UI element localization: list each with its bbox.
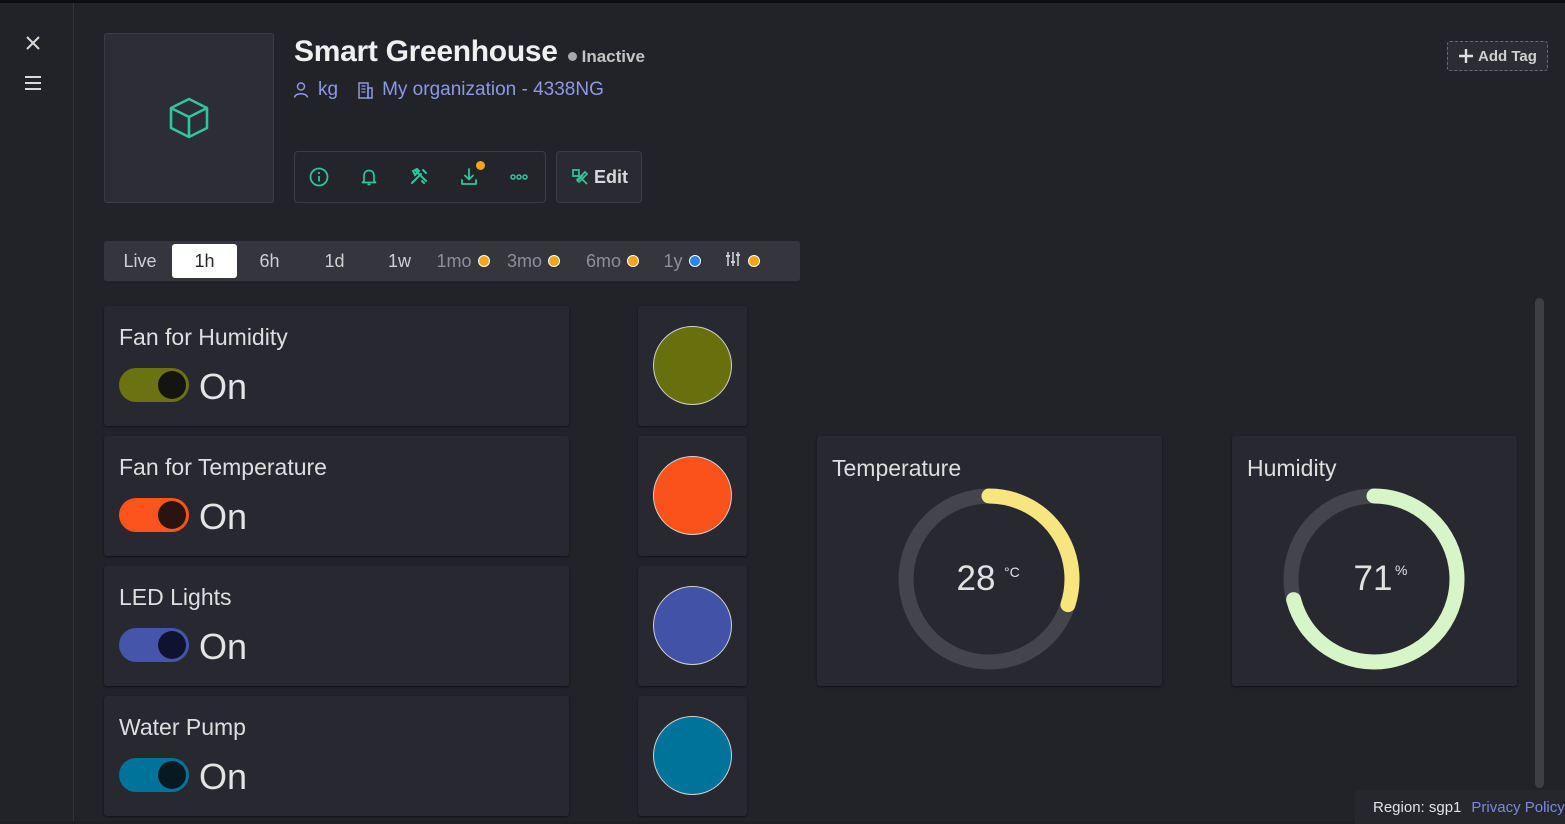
led-indicator <box>653 456 732 535</box>
status-dot <box>567 52 577 61</box>
user-icon <box>293 82 309 98</box>
range-tab-label: 1w <box>387 250 411 271</box>
range-tab-label: 6h <box>259 250 280 271</box>
switch-toggle[interactable] <box>119 368 189 402</box>
range-tab-label: 6mo <box>585 250 621 271</box>
range-tab-1mo[interactable]: 1mo <box>432 244 494 278</box>
led-indicator-card <box>638 306 747 426</box>
led-indicator-card <box>638 696 747 816</box>
switch-card: Water Pump On <box>104 696 569 816</box>
humidity-title: Humidity <box>1247 455 1337 481</box>
building-icon <box>358 82 373 99</box>
sliders-icon <box>724 250 742 273</box>
switch-card: Fan for Temperature On <box>104 436 569 556</box>
privacy-policy-link[interactable]: Privacy Policy <box>1471 799 1564 816</box>
range-tab-label: 1h <box>194 250 215 271</box>
upgrade-dot <box>627 255 639 267</box>
switch-label: Fan for Humidity <box>119 324 288 350</box>
humidity-unit: % <box>1395 562 1408 578</box>
organization-link[interactable]: My organization - 4338NG <box>356 79 604 101</box>
range-tab-custom[interactable] <box>712 244 772 278</box>
switch-label: Water Pump <box>119 714 246 740</box>
range-tab-label: 3mo <box>506 250 542 271</box>
range-tab-1d[interactable]: 1d <box>302 244 367 278</box>
range-tab-label: 1mo <box>436 250 472 271</box>
edit-icon <box>572 169 589 185</box>
switch-card: LED Lights On <box>104 566 569 686</box>
info-icon[interactable] <box>308 166 330 188</box>
status-badge: Inactive <box>567 46 645 67</box>
upgrade-dot <box>548 255 560 267</box>
device-meta: kg My organization - 4338NG <box>292 79 604 101</box>
switch-toggle[interactable] <box>119 758 189 792</box>
device-dashboard: Smart Greenhouse Inactive kg My organiza… <box>75 3 1565 824</box>
range-tab-1y[interactable]: 1y <box>652 244 712 278</box>
toggle-knob <box>158 761 186 789</box>
upgrade-dot <box>748 255 760 267</box>
range-tab-1h[interactable]: 1h <box>172 244 237 278</box>
add-tag-label: Add Tag <box>1478 47 1537 65</box>
temperature-gauge-card: Temperature 28 °C <box>817 436 1162 686</box>
led-indicator <box>653 586 732 665</box>
scrollbar[interactable] <box>1535 298 1544 788</box>
switch-label: Fan for Temperature <box>119 454 327 480</box>
range-tab-3mo[interactable]: 3mo <box>494 244 573 278</box>
device-thumbnail <box>104 33 274 203</box>
temperature-unit: °C <box>1004 564 1020 580</box>
device-title: Smart Greenhouse <box>294 35 558 68</box>
switch-toggle[interactable] <box>119 628 189 662</box>
switch-state: On <box>199 366 248 407</box>
range-tab-1w[interactable]: 1w <box>367 244 432 278</box>
switch-card: Fan for Humidity On <box>104 306 569 426</box>
switch-label: LED Lights <box>119 584 232 610</box>
time-range-selector: Live 1h 6h 1d 1w 1mo 3mo 6mo 1y <box>104 241 800 281</box>
switch-state: On <box>199 626 248 667</box>
more-icon[interactable] <box>508 166 530 188</box>
range-tab-label: Live <box>123 250 157 271</box>
footer: Region: sgp1 Privacy Policy <box>1355 790 1565 824</box>
humidity-gauge-card: Humidity 71 % <box>1232 436 1517 686</box>
range-tab-6h[interactable]: 6h <box>237 244 302 278</box>
bell-icon[interactable] <box>358 166 380 188</box>
range-tab-label: 1y <box>663 250 683 271</box>
upgrade-dot <box>477 255 490 267</box>
hamburger-menu-icon[interactable] <box>20 70 46 96</box>
sidebar <box>0 3 74 821</box>
range-tab-Live[interactable]: Live <box>108 244 172 278</box>
led-indicator <box>653 326 732 405</box>
switch-toggle[interactable] <box>119 498 189 532</box>
upgrade-dot <box>688 255 701 267</box>
owner-name: kg <box>318 79 339 100</box>
toggle-knob <box>158 371 186 399</box>
toggle-knob <box>158 631 186 659</box>
region-label: Region: sgp1 <box>1373 798 1462 816</box>
switch-state: On <box>199 756 248 797</box>
switch-state: On <box>199 496 248 537</box>
organization-name: My organization - 4338NG <box>382 79 604 100</box>
led-indicator <box>653 716 732 795</box>
range-tab-6mo[interactable]: 6mo <box>573 244 652 278</box>
led-indicator-card <box>638 436 747 556</box>
close-icon[interactable] <box>20 30 46 56</box>
plus-icon <box>1459 49 1474 63</box>
status-text: Inactive <box>581 46 645 66</box>
led-indicator-card <box>638 566 747 686</box>
toggle-knob <box>158 501 186 529</box>
range-tab-label: 1d <box>324 250 345 271</box>
notification-dot <box>476 161 485 170</box>
download-icon[interactable] <box>458 161 485 188</box>
title-row: Smart Greenhouse Inactive <box>294 35 645 69</box>
edit-button[interactable]: Edit <box>556 151 642 203</box>
tools-icon[interactable] <box>408 166 430 188</box>
add-tag-button[interactable]: Add Tag <box>1447 41 1548 71</box>
temperature-title: Temperature <box>832 455 962 481</box>
edit-label: Edit <box>594 166 628 187</box>
device-toolbar <box>294 151 546 203</box>
cube-icon <box>169 97 209 139</box>
owner-link[interactable]: kg <box>292 79 338 101</box>
